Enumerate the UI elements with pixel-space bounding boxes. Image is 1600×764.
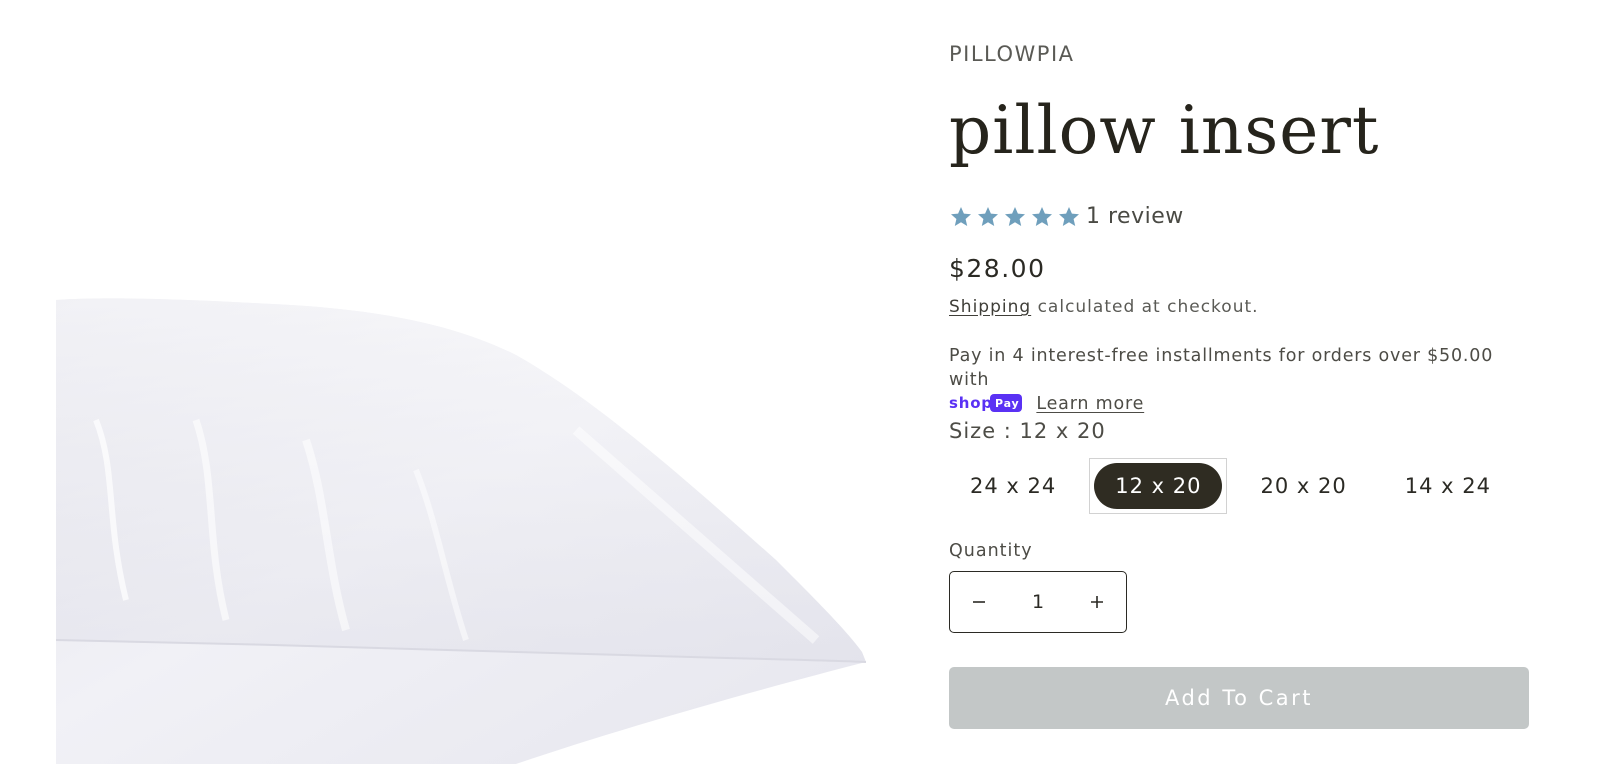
product-price: $28.00: [949, 254, 1046, 283]
product-image[interactable]: [56, 0, 896, 764]
size-option-focus-ring: 12 x 20: [1089, 458, 1228, 514]
quantity-label: Quantity: [949, 541, 1033, 561]
shop-pay-logo-icon: shop Pay: [949, 393, 1022, 412]
star-icon: [978, 206, 998, 226]
svg-text:shop: shop: [949, 394, 993, 412]
quantity-stepper: [949, 571, 1127, 633]
size-label: Size : 12 x 20: [949, 419, 1106, 443]
plus-icon: [1091, 596, 1103, 608]
size-option-14x24[interactable]: 14 x 24: [1384, 463, 1512, 509]
quantity-decrease-button[interactable]: [950, 572, 1008, 632]
star-icon: [1005, 206, 1025, 226]
svg-text:Pay: Pay: [995, 397, 1019, 410]
size-option-24x24[interactable]: 24 x 24: [949, 463, 1077, 509]
size-option-12x20[interactable]: 12 x 20: [1094, 463, 1223, 509]
rating-stars: [949, 205, 1081, 229]
product-title: pillow insert: [949, 92, 1380, 169]
star-icon: [1059, 206, 1079, 226]
size-options: 24 x 24 12 x 20 20 x 20 14 x 24: [949, 458, 1512, 514]
size-option-20x20[interactable]: 20 x 20: [1239, 463, 1367, 509]
add-to-cart-button[interactable]: Add To Cart: [949, 667, 1529, 729]
shipping-text: calculated at checkout.: [1031, 297, 1259, 317]
product-rating[interactable]: 1 review: [949, 204, 1184, 229]
star-icon: [1032, 206, 1052, 226]
installments-text: Pay in 4 interest-free installments for …: [949, 346, 1494, 390]
quantity-input[interactable]: [1010, 591, 1066, 613]
product-vendor: PILLOWPIA: [949, 42, 1075, 66]
pillow-image: [56, 298, 867, 764]
review-count-link[interactable]: 1 review: [1086, 204, 1184, 229]
shipping-note: Shipping calculated at checkout.: [949, 297, 1259, 317]
installments-banner: Pay in 4 interest-free installments for …: [949, 344, 1529, 416]
star-icon: [951, 206, 971, 226]
learn-more-link[interactable]: Learn more: [1036, 394, 1144, 414]
minus-icon: [973, 601, 985, 603]
quantity-increase-button[interactable]: [1068, 572, 1126, 632]
shipping-link[interactable]: Shipping: [949, 297, 1031, 317]
